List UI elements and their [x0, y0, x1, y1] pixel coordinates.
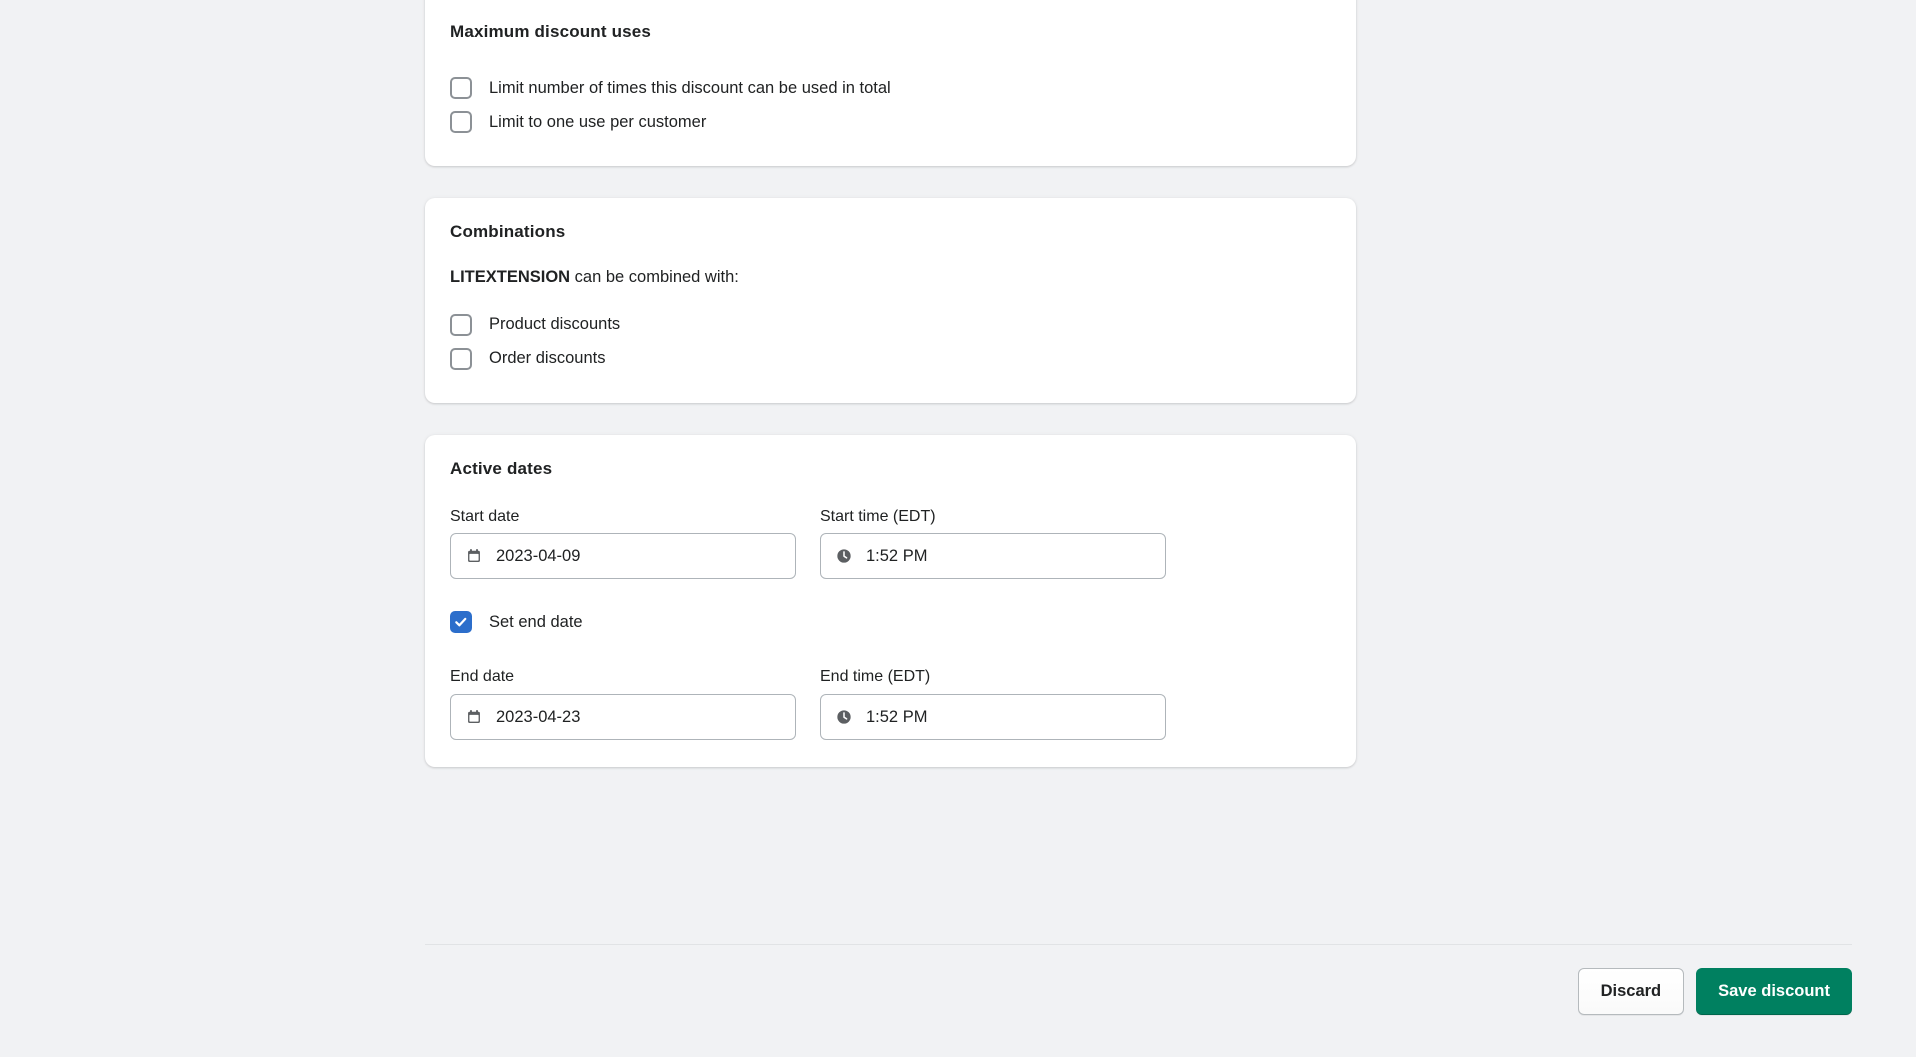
- discount-code-name: LITEXTENSION: [450, 268, 571, 286]
- end-date-field: End date 2023-04-23: [450, 667, 796, 741]
- set-end-date-checkbox[interactable]: [450, 611, 472, 634]
- start-date-label: Start date: [450, 507, 520, 525]
- discount-settings-page: Maximum discount uses Limit number of ti…: [0, 0, 1916, 1057]
- start-time-field: Start time (EDT) 1:52 PM: [820, 507, 1166, 580]
- start-date-input[interactable]: 2023-04-09: [450, 533, 796, 580]
- start-time-input[interactable]: 1:52 PM: [820, 533, 1166, 580]
- active-dates-card: Active dates Start date 2023-04-09 Start…: [425, 434, 1356, 768]
- order-discounts-checkbox[interactable]: [450, 347, 472, 370]
- clock-icon: [834, 546, 854, 566]
- calendar-icon: [464, 707, 484, 727]
- clock-icon: [834, 707, 854, 727]
- combinations-description-suffix: can be combined with:: [570, 268, 739, 286]
- maximum-discount-uses-options: Limit number of times this discount can …: [450, 71, 1331, 139]
- end-time-field: End time (EDT) 1:52 PM: [820, 667, 1166, 741]
- order-discounts-label: Order discounts: [489, 349, 606, 368]
- start-date-value: 2023-04-09: [496, 547, 581, 566]
- start-date-time-row: Start date 2023-04-09 Start time (EDT) 1…: [450, 507, 1331, 580]
- footer-divider: [425, 944, 1852, 945]
- save-discount-button[interactable]: Save discount: [1696, 968, 1852, 1015]
- footer-actions: Discard Save discount: [1577, 968, 1852, 1015]
- discard-button[interactable]: Discard: [1577, 968, 1685, 1015]
- limit-total-uses-label: Limit number of times this discount can …: [489, 78, 891, 97]
- limit-one-per-customer-checkbox[interactable]: [450, 111, 472, 133]
- set-end-date-section: Set end date: [450, 605, 1331, 639]
- limit-total-uses-row[interactable]: Limit number of times this discount can …: [450, 71, 1331, 105]
- end-time-value: 1:52 PM: [866, 707, 928, 726]
- calendar-icon: [464, 546, 484, 566]
- start-date-field: Start date 2023-04-09: [450, 507, 796, 580]
- combinations-options: Product discounts Order discounts: [450, 308, 1331, 376]
- active-dates-title: Active dates: [450, 458, 553, 478]
- set-end-date-label: Set end date: [489, 613, 583, 632]
- product-discounts-checkbox[interactable]: [450, 313, 472, 336]
- start-time-value: 1:52 PM: [866, 547, 928, 566]
- combinations-title: Combinations: [450, 222, 566, 241]
- end-time-label: End time (EDT): [820, 668, 931, 686]
- product-discounts-row[interactable]: Product discounts: [450, 308, 1331, 342]
- combinations-description: LITEXTENSION can be combined with:: [450, 269, 1331, 286]
- end-date-input[interactable]: 2023-04-23: [450, 694, 796, 741]
- set-end-date-row[interactable]: Set end date: [450, 605, 1331, 639]
- maximum-discount-uses-card: Maximum discount uses Limit number of ti…: [425, 0, 1356, 166]
- combinations-card: Combinations LITEXTENSION can be combine…: [425, 198, 1356, 403]
- order-discounts-row[interactable]: Order discounts: [450, 342, 1331, 376]
- start-time-label: Start time (EDT): [820, 507, 936, 525]
- end-time-input[interactable]: 1:52 PM: [820, 694, 1166, 741]
- maximum-discount-uses-title: Maximum discount uses: [450, 22, 652, 41]
- end-date-label: End date: [450, 668, 515, 686]
- end-date-value: 2023-04-23: [496, 707, 581, 726]
- limit-one-per-customer-row[interactable]: Limit to one use per customer: [450, 105, 1331, 139]
- limit-one-per-customer-label: Limit to one use per customer: [489, 112, 707, 131]
- limit-total-uses-checkbox[interactable]: [450, 77, 472, 99]
- end-date-time-row: End date 2023-04-23 End time (EDT) 1:52 …: [450, 667, 1331, 741]
- cards-column: Maximum discount uses Limit number of ti…: [425, 0, 1356, 768]
- product-discounts-label: Product discounts: [489, 315, 621, 334]
